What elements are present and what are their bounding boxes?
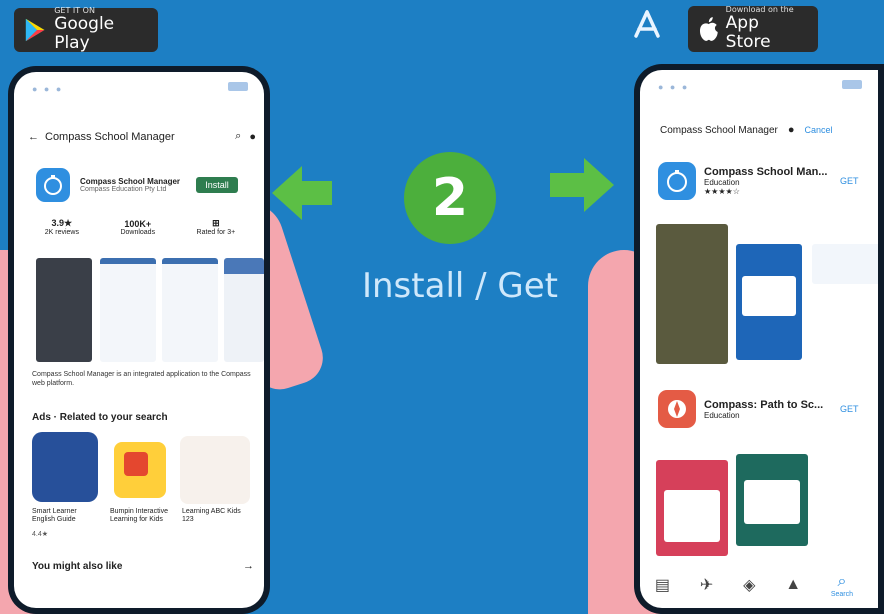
tab-arcade[interactable]: ▲ bbox=[785, 576, 801, 594]
ios-screenshot-3[interactable] bbox=[812, 244, 878, 284]
install-button[interactable]: Install bbox=[196, 177, 238, 193]
today-icon: ▤ bbox=[654, 577, 671, 594]
screenshot-2[interactable] bbox=[100, 258, 156, 362]
google-play-badge[interactable]: GET IT ON Google Play bbox=[14, 6, 158, 53]
app-store-a-icon bbox=[634, 10, 660, 38]
tab-today[interactable]: ▤ bbox=[655, 575, 670, 595]
app-developer: Compass Education Pty Ltd bbox=[80, 186, 167, 193]
related-app-rating-1: 4.4★ bbox=[32, 531, 49, 538]
tab-search-label: Search bbox=[830, 590, 854, 598]
battery-icon bbox=[228, 82, 248, 91]
ios-screenshot-2-card bbox=[742, 276, 796, 316]
compass-rose-icon bbox=[668, 400, 686, 418]
screenshot-1[interactable] bbox=[36, 258, 92, 362]
result-1-get-button[interactable]: GET bbox=[840, 176, 859, 186]
search-query[interactable]: Compass School Manager bbox=[45, 131, 235, 143]
ios-result-2[interactable]: Compass: Path to Sc... Education GET bbox=[658, 390, 859, 428]
result-1-name: Compass School Man... bbox=[704, 166, 828, 178]
also-like-label: You might also like bbox=[32, 560, 123, 572]
also-like-row[interactable]: You might also like → bbox=[32, 560, 254, 572]
screenshot-4[interactable] bbox=[224, 258, 264, 362]
battery-icon bbox=[842, 80, 862, 89]
tab-games[interactable]: ✈ bbox=[700, 575, 713, 595]
search-icon: ⌕ bbox=[837, 572, 847, 590]
compass-app-icon[interactable] bbox=[658, 162, 696, 200]
ios-result-1[interactable]: Compass School Man... Education ★★★★☆ GE… bbox=[658, 162, 859, 200]
arrow-right-icon[interactable]: → bbox=[243, 560, 254, 572]
compass-icon bbox=[667, 170, 687, 192]
screenshot-3[interactable] bbox=[162, 258, 218, 362]
related-heading: Ads · Related to your search bbox=[32, 412, 168, 423]
app-store-badge[interactable]: Download on the App Store bbox=[688, 6, 818, 52]
app-header: Compass School Manager Compass Education… bbox=[36, 168, 238, 202]
search-header: ← Compass School Manager ⌕ ● bbox=[28, 130, 256, 143]
ios-tab-bar: ▤ ✈ ◈ ▲ ⌕ Search bbox=[640, 562, 878, 608]
related-app-name-1: Smart Learner English Guide bbox=[32, 508, 77, 524]
related-app-name-2: Bumpin Interactive Learning for Kids bbox=[110, 508, 168, 524]
step-label: Install / Get bbox=[361, 266, 558, 306]
apps-icon: ◈ bbox=[743, 577, 756, 594]
app-description: Compass School Manager is an integrated … bbox=[32, 371, 251, 388]
arcade-icon: ▲ bbox=[785, 576, 802, 593]
stats-row: 3.9★ 2K reviews 100K+ Downloads ⊞ Rated … bbox=[24, 218, 256, 236]
ios-search-header: Compass School Manager ● Cancel bbox=[660, 124, 878, 136]
result-2-get-button[interactable]: GET bbox=[840, 404, 859, 414]
step-number-badge: 2 bbox=[404, 152, 496, 244]
compass-icon bbox=[44, 175, 62, 195]
android-phone: ● ● ● ← Compass School Manager ⌕ ● Compa… bbox=[8, 66, 270, 614]
ios-search-query[interactable]: Compass School Manager bbox=[660, 125, 778, 136]
ios-screenshot-4-card bbox=[664, 490, 720, 542]
tab-apps[interactable]: ◈ bbox=[743, 575, 755, 595]
related-app-icon-1[interactable] bbox=[32, 432, 98, 502]
related-app-name-3: Learning ABC Kids 123 bbox=[182, 508, 241, 524]
arrow-left-icon bbox=[272, 166, 332, 220]
status-bar: ● ● ● bbox=[658, 82, 690, 92]
status-bar: ● ● ● bbox=[32, 84, 64, 94]
play-store-screen: ● ● ● ← Compass School Manager ⌕ ● Compa… bbox=[14, 72, 264, 608]
result-1-rating: ★★★★☆ bbox=[704, 187, 740, 196]
mic-icon[interactable]: ● bbox=[249, 131, 256, 143]
app-store-screen: ● ● ● Compass School Manager ● Cancel Co… bbox=[640, 70, 878, 608]
result-2-name: Compass: Path to Sc... bbox=[704, 398, 824, 411]
app-store-big-text: App Store bbox=[725, 13, 771, 52]
games-icon: ✈ bbox=[699, 577, 714, 594]
stat-downloads: 100K+ Downloads bbox=[120, 218, 156, 236]
result-2-category: Education bbox=[704, 410, 740, 420]
related-app-icon-2-accent bbox=[124, 452, 148, 476]
google-play-small-text: GET IT ON bbox=[54, 6, 95, 16]
tab-search[interactable]: ⌕ Search bbox=[831, 573, 853, 598]
apple-icon bbox=[699, 17, 718, 41]
result-1-category: Education bbox=[704, 178, 740, 187]
stat-content-rating: ⊞ Rated for 3+ bbox=[196, 218, 236, 236]
ios-screenshot-1[interactable] bbox=[656, 224, 728, 364]
search-icon[interactable]: ⌕ bbox=[235, 130, 241, 143]
ios-phone: ● ● ● Compass School Manager ● Cancel Co… bbox=[634, 64, 884, 614]
app-name: Compass School Manager bbox=[80, 177, 181, 186]
ios-screenshot-5-card bbox=[744, 480, 800, 524]
arrow-right-icon bbox=[550, 158, 614, 212]
mic-icon[interactable]: ● bbox=[788, 124, 795, 136]
app-store-small-text: Download on the bbox=[725, 5, 794, 15]
google-play-icon bbox=[25, 18, 45, 42]
compass-app-icon[interactable] bbox=[36, 168, 70, 202]
compass-path-app-icon[interactable] bbox=[658, 390, 696, 428]
stat-rating: 3.9★ 2K reviews bbox=[44, 218, 79, 236]
google-play-big-text: Google Play bbox=[54, 14, 115, 53]
cancel-button[interactable]: Cancel bbox=[805, 125, 833, 135]
related-app-icon-3[interactable] bbox=[180, 436, 250, 504]
back-arrow-icon[interactable]: ← bbox=[28, 131, 39, 143]
